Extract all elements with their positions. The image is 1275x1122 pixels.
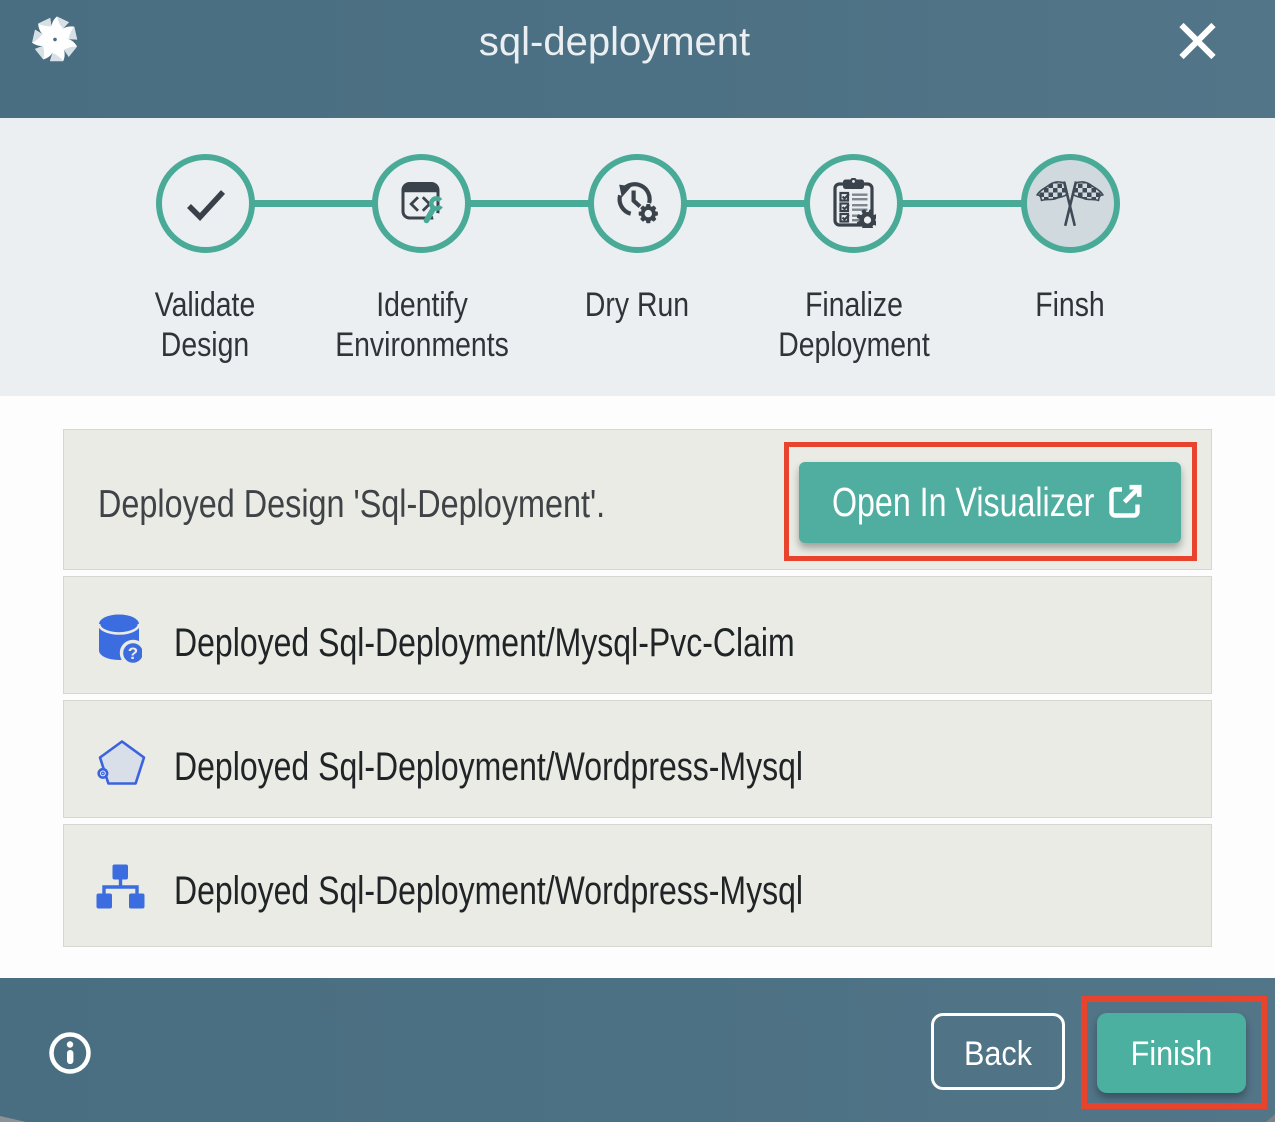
- svg-text:?: ?: [128, 644, 138, 663]
